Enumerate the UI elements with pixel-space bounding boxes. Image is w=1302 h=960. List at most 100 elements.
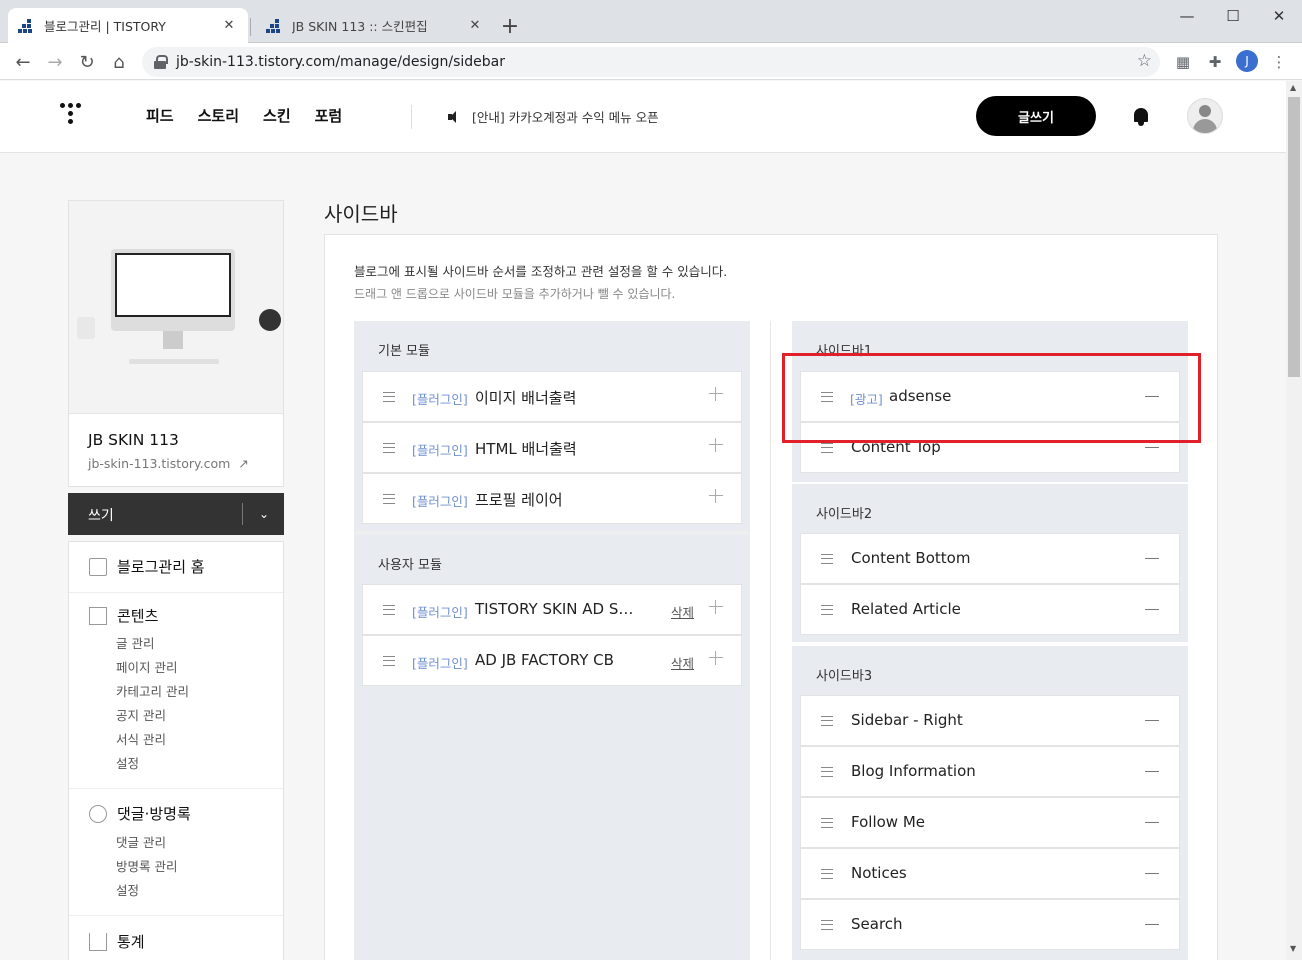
menu-comments-label: 댓글·방명록 [117,805,191,823]
close-window-icon[interactable]: ✕ [1256,4,1302,28]
add-icon[interactable] [709,489,723,503]
remove-icon[interactable] [1145,873,1159,874]
browser-profile-avatar[interactable]: J [1236,50,1258,72]
tab-close-icon[interactable]: ✕ [220,17,238,35]
menu-sub-item[interactable]: 서식 관리 [116,729,166,748]
scroll-down-icon[interactable]: ▼ [1290,944,1296,953]
drag-handle-icon[interactable] [383,656,395,666]
menu-sub-item[interactable]: 글 관리 [116,633,154,652]
remove-icon[interactable] [1145,771,1159,772]
column-divider [770,321,771,960]
reload-icon[interactable]: ↻ [74,49,100,75]
add-icon[interactable] [709,438,723,452]
notification-bell-icon[interactable] [1132,107,1150,127]
drag-handle-icon[interactable] [383,392,395,402]
home-icon[interactable]: ⌂ [106,49,132,75]
module-item[interactable]: Sidebar - Right [800,695,1180,746]
menu-sub-item[interactable]: 설정 [116,880,139,899]
scroll-up-icon[interactable]: ▲ [1290,83,1296,92]
drag-handle-icon[interactable] [821,554,833,564]
menu-sub-item[interactable]: 카테고리 관리 [116,681,189,700]
module-name: HTML 배너출력 [475,440,577,458]
back-icon[interactable]: ← [10,49,36,75]
write-bar: 쓰기 ⌄ [68,493,284,535]
page-description: 블로그에 표시될 사이드바 순서를 조정하고 관련 설정을 할 수 있습니다. [354,264,728,279]
remove-icon[interactable] [1145,609,1159,610]
add-icon[interactable] [709,387,723,401]
module-item[interactable]: [플러그인] TISTORY SKIN AD S… 삭제 [362,584,742,635]
tistory-logo-icon[interactable] [60,103,86,131]
menu-sub-item[interactable]: 페이지 관리 [116,657,177,676]
delete-link[interactable]: 삭제 [671,602,694,621]
write-post-button[interactable]: 글쓰기 [976,96,1096,136]
menu-comments[interactable]: 댓글·방명록 [89,803,191,824]
module-item[interactable]: Related Article [800,584,1180,635]
remove-icon[interactable] [1145,924,1159,925]
tab-close-icon[interactable]: ✕ [466,17,484,35]
drag-handle-icon[interactable] [383,605,395,615]
write-button[interactable]: 쓰기 [88,505,114,525]
drag-handle-icon[interactable] [821,818,833,828]
user-avatar[interactable] [1187,98,1223,134]
nav-feed[interactable]: 피드 [146,105,174,126]
module-item[interactable]: [플러그인] 프로필 레이어 [362,473,742,524]
module-item[interactable]: [플러그인] HTML 배너출력 [362,422,742,473]
blog-name[interactable]: JB SKIN 113 [88,431,179,449]
drag-handle-icon[interactable] [821,869,833,879]
chevron-down-icon[interactable]: ⌄ [254,504,274,524]
remove-icon[interactable] [1145,720,1159,721]
add-icon[interactable] [709,651,723,665]
nav-skin[interactable]: 스킨 [263,105,291,126]
menu-sub-item[interactable]: 설정 [116,753,139,772]
module-item[interactable]: Content Bottom [800,533,1180,584]
remove-icon[interactable] [1145,558,1159,559]
menu-home[interactable]: 블로그관리 홈 [89,556,205,577]
page-scrollbar[interactable]: ▲ ▼ [1286,81,1302,960]
module-item[interactable]: Blog Information [800,746,1180,797]
header-notice[interactable]: [안내] 카카오계정과 수익 메뉴 오픈 [446,107,659,126]
remove-icon[interactable] [1145,447,1159,448]
module-item[interactable]: Search [800,899,1180,950]
module-name: Blog Information [851,762,976,780]
delete-link[interactable]: 삭제 [671,653,694,672]
scrollbar-thumb[interactable] [1288,97,1300,377]
drag-handle-icon[interactable] [821,605,833,615]
menu-sub-item[interactable]: 방명록 관리 [116,856,177,875]
drag-handle-icon[interactable] [383,494,395,504]
bookmark-star-icon[interactable]: ☆ [1137,51,1152,71]
drag-handle-icon[interactable] [821,443,833,453]
module-name: 프로필 레이어 [475,491,563,509]
module-item[interactable]: Notices [800,848,1180,899]
menu-sub-item[interactable]: 댓글 관리 [116,832,166,851]
more-menu-icon[interactable]: ⋮ [1268,51,1290,73]
module-tag: [플러그인] [412,443,468,458]
nav-forum[interactable]: 포럼 [315,105,343,126]
drag-handle-icon[interactable] [383,443,395,453]
menu-sub-item[interactable]: 공지 관리 [116,705,166,724]
module-item[interactable]: [플러그인] 이미지 배너출력 [362,371,742,422]
browser-toolbar: ← → ↻ ⌂ jb-skin-113.tistory.com/manage/d… [0,43,1302,80]
blog-thumbnail[interactable] [69,201,283,414]
menu-home-label: 블로그관리 홈 [117,558,205,576]
menu-stats[interactable]: 통계 [89,931,145,952]
qr-code-icon[interactable]: ▦ [1172,51,1194,73]
address-bar[interactable]: jb-skin-113.tistory.com/manage/design/si… [142,47,1160,77]
module-tag: [플러그인] [412,605,468,620]
maximize-icon[interactable]: ☐ [1210,4,1256,28]
new-tab-icon[interactable]: + [498,14,522,39]
module-item[interactable]: [플러그인] AD JB FACTORY CB 삭제 [362,635,742,686]
remove-icon[interactable] [1145,822,1159,823]
nav-story[interactable]: 스토리 [198,105,239,126]
add-icon[interactable] [709,600,723,614]
drag-handle-icon[interactable] [821,767,833,777]
drag-handle-icon[interactable] [821,716,833,726]
forward-icon[interactable]: → [42,49,68,75]
module-item[interactable]: Follow Me [800,797,1180,848]
drag-handle-icon[interactable] [821,920,833,930]
browser-tab-inactive[interactable]: JB SKIN 113 :: 스킨편집 ✕ [256,8,494,43]
browser-tab-active[interactable]: 블로그관리 | TISTORY ✕ [8,8,248,43]
extensions-icon[interactable]: ✚ [1204,51,1226,73]
minimize-icon[interactable]: — [1164,4,1210,28]
menu-content[interactable]: 콘텐츠 [89,605,158,626]
blog-url[interactable]: jb-skin-113.tistory.com ↗ [88,456,249,471]
